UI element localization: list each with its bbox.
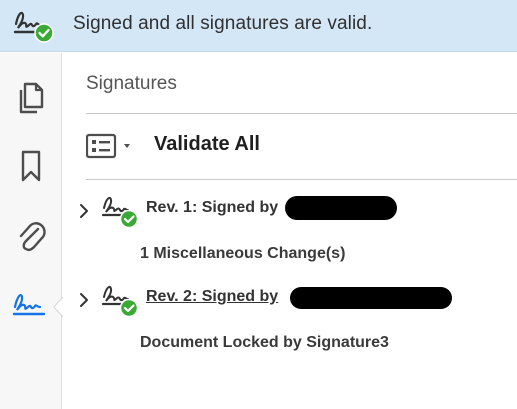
bookmark-icon[interactable] [0, 143, 62, 189]
revision-detail: Document Locked by Signature3 [140, 334, 389, 351]
revision-label[interactable]: Rev. 1: Signed by [146, 199, 278, 217]
signatures-panel: Signatures Validate All Rev. 1: Signed b… [63, 53, 517, 409]
signature-status-banner: Signed and all signatures are valid. [0, 0, 517, 52]
signature-valid-icon [101, 196, 139, 229]
options-menu-button[interactable] [86, 133, 136, 159]
redaction-mark [290, 287, 452, 309]
signature-valid-icon [12, 6, 56, 44]
pages-icon[interactable] [0, 75, 62, 121]
banner-message: Signed and all signatures are valid. [73, 13, 373, 34]
redaction-mark [285, 196, 397, 220]
revision-label[interactable]: Rev. 2: Signed by [146, 288, 278, 306]
active-panel-pointer [53, 297, 63, 317]
chevron-right-icon[interactable] [77, 202, 91, 220]
divider [86, 179, 517, 180]
revision-row[interactable]: Rev. 1: Signed by [77, 192, 507, 232]
left-tool-rail [0, 53, 63, 409]
divider [86, 113, 517, 114]
panel-title: Signatures [86, 73, 177, 94]
signature-valid-icon [101, 285, 139, 318]
revision-row[interactable]: Rev. 2: Signed by [77, 281, 507, 321]
chevron-right-icon[interactable] [77, 291, 91, 309]
attachment-icon[interactable] [0, 213, 62, 259]
list-options-icon [86, 133, 130, 159]
validate-all-button[interactable]: Validate All [154, 133, 260, 156]
revision-detail: 1 Miscellaneous Change(s) [140, 245, 346, 262]
